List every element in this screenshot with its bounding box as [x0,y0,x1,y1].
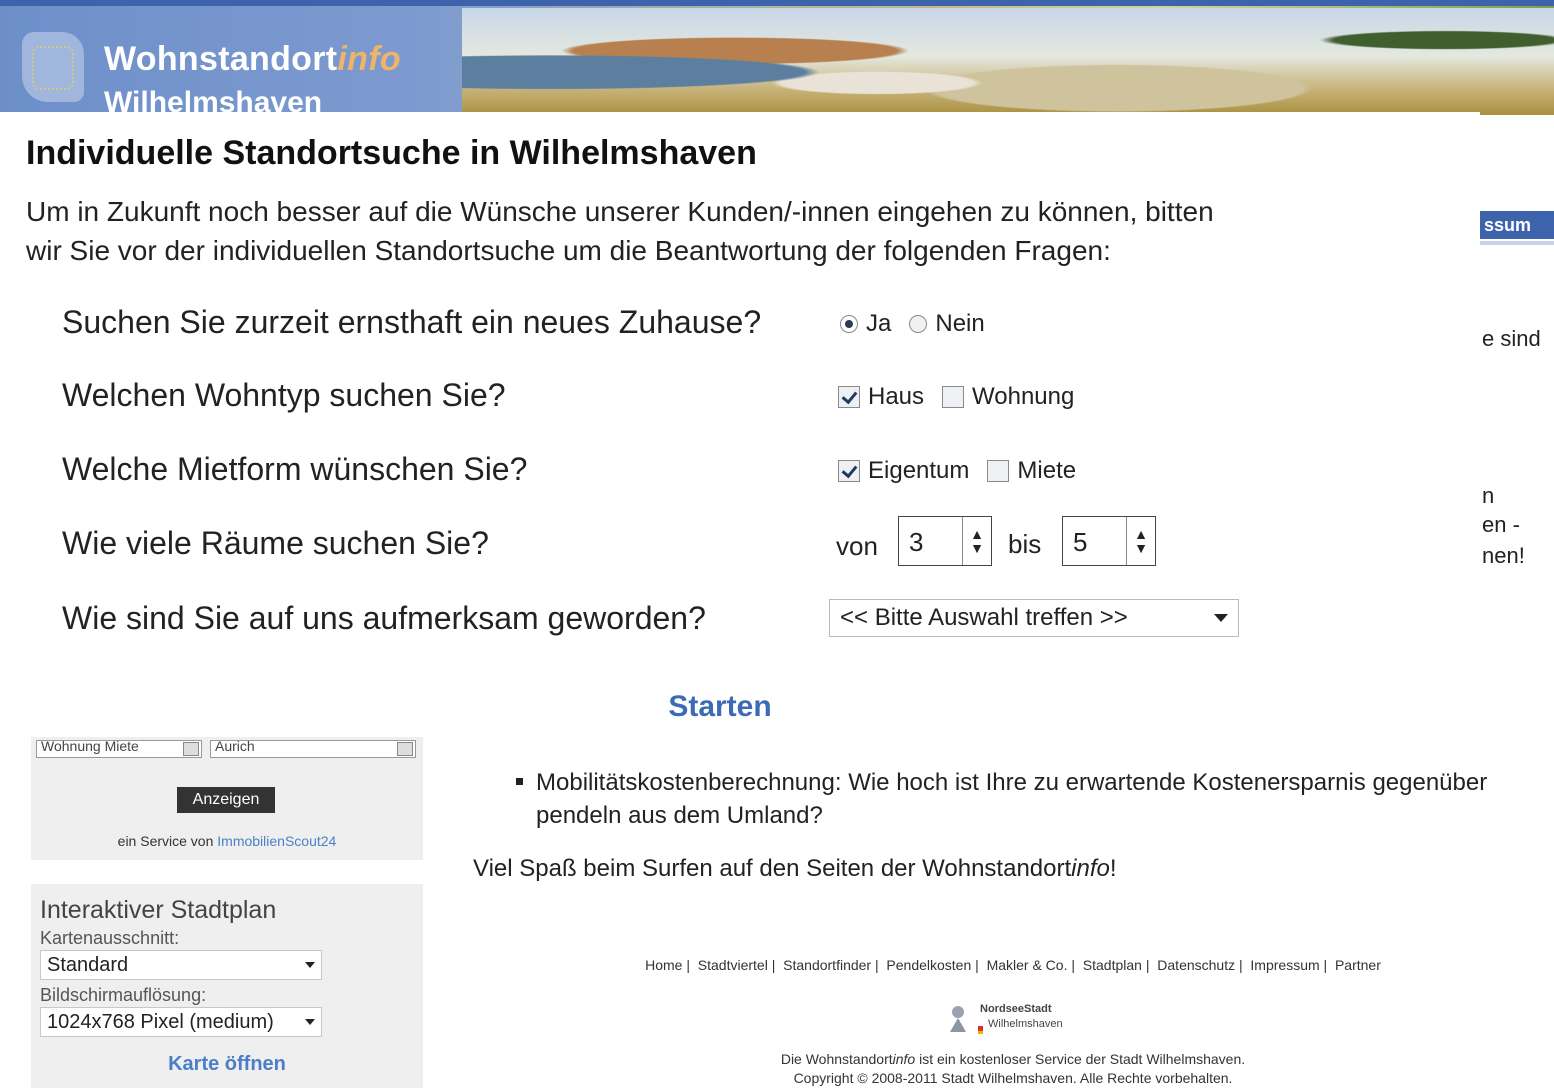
resolution-value: 1024x768 Pixel (medium) [47,1010,274,1033]
chevron-down-icon[interactable] [305,962,315,968]
checkbox-miete-label[interactable]: Miete [1017,457,1076,485]
footer-link-datenschutz[interactable]: Datenschutz [1157,957,1235,973]
show-listings-button[interactable]: Anzeigen [177,787,275,813]
note-suffix: ist ein kostenloser Service der Stadt Wi… [915,1051,1246,1067]
header-banner: Wohnstandortinfo Wilhelmshaven [0,0,1554,115]
resolution-select[interactable]: 1024x768 Pixel (medium) [40,1007,322,1037]
footer-logo-line2: Wilhelmshaven [988,1018,1063,1030]
checkbox-wohnung[interactable] [942,386,965,408]
city-map-title: Interaktiver Stadtplan [40,896,277,924]
rooms-from-stepper[interactable]: 3 ▲ ▼ [898,516,992,566]
banner-top-line [0,0,1554,6]
footer-copyright: Copyright © 2008-2011 Stadt Wilhelmshave… [793,1070,1233,1086]
banner-photo-collage [462,8,1554,115]
question-tenure-label: Welche Mietform wünschen Sie? [62,451,528,487]
stepper-arrows-icon[interactable]: ▲ ▼ [962,517,991,565]
map-section-value: Standard [47,953,129,976]
open-map-button[interactable]: Karte öffnen [31,1053,423,1076]
chevron-down-icon[interactable] [1214,614,1228,622]
intro-line: Um in Zukunft noch besser auf die Wünsch… [26,196,1214,227]
radio-yes[interactable] [840,315,858,333]
checkbox-haus-label[interactable]: Haus [868,383,924,411]
rooms-to-stepper[interactable]: 5 ▲ ▼ [1062,516,1156,566]
radio-no[interactable] [909,315,928,333]
bullet-square-icon [516,778,523,785]
checkbox-group-tenure: Eigentum Miete [838,457,1076,485]
welcome-info: info [1071,855,1110,882]
survey-modal: Individuelle Standortsuche in Wilhelmsha… [0,112,1480,737]
location-value: Aurich [215,740,255,754]
resolution-label: Bildschirmauflösung: [40,985,207,1005]
footer-note-line1: Die Wohnstandortinfo ist ein kostenloser… [470,1050,1554,1069]
intro-line: wir Sie vor der individuellen Standortsu… [26,235,1111,266]
list-item-text: Mobilitätskostenberechnung: Wie hoch ist… [536,769,1488,829]
checkbox-wohnung-label[interactable]: Wohnung [972,383,1074,411]
footer-link-standortfinder[interactable]: Standortfinder [783,957,871,973]
immobilienscout-link[interactable]: ImmobilienScout24 [217,833,336,849]
radio-no-label[interactable]: Nein [935,310,984,338]
note-prefix: Die Wohnstandort [780,1051,893,1067]
brand-main: Wohnstandort [104,40,338,78]
property-type-select[interactable]: Wohnung Miete [36,740,202,758]
checkbox-eigentum[interactable] [838,460,860,482]
checkbox-haus[interactable] [838,386,860,408]
property-type-value: Wohnung Miete [41,740,139,754]
dropdown-arrow-icon[interactable] [397,742,413,756]
checkbox-eigentum-label[interactable]: Eigentum [868,457,969,485]
list-item: Mobilitätskostenberechnung: Wie hoch ist… [516,766,1536,832]
welcome-suffix: ! [1109,855,1117,882]
modal-title: Individuelle Standortsuche in Wilhelmsha… [26,134,757,172]
rooms-to-value[interactable]: 5 [1063,517,1126,565]
footer-link-stadtviertel[interactable]: Stadtviertel [698,957,768,973]
radio-yes-label[interactable]: Ja [866,310,891,338]
rooms-from-value[interactable]: 3 [899,517,962,565]
footer-link-home[interactable]: Home [645,957,682,973]
brand-info: info [337,40,401,78]
dropdown-arrow-icon[interactable] [183,742,199,756]
question-search-label: Suchen Sie zurzeit ernsthaft ein neues Z… [62,304,762,340]
checkbox-group-type: Haus Wohnung [838,383,1074,411]
source-select[interactable]: << Bitte Auswahl treffen >> [829,599,1239,637]
footer-nav: Home | Stadtviertel | Standortfinder | P… [645,957,1381,973]
question-source-label: Wie sind Sie auf uns aufmerksam geworden… [62,600,706,636]
radio-group-search: Ja Nein [840,310,985,338]
footer-logo-line1: NordseeStadt [980,1003,1052,1015]
chevron-down-icon[interactable] [305,1019,315,1025]
map-section-select[interactable]: Standard [40,950,322,980]
rooms-to-label: bis [1008,529,1042,559]
logo-map-icon [22,32,84,102]
brand-city: Wilhelmshaven [104,86,323,115]
background-text-fragment: e sind [1482,326,1541,351]
note-info: info [892,1051,916,1067]
footer-link-makler[interactable]: Makler & Co. [987,957,1068,973]
brand-title[interactable]: Wohnstandortinfo [104,40,401,79]
welcome-text: Viel Spaß beim Surfen auf den Seiten der… [473,855,1117,883]
location-select[interactable]: Aurich [210,740,416,758]
rooms-from-label: von [836,531,878,561]
footer-link-partner[interactable]: Partner [1335,957,1381,973]
footer-link-stadtplan[interactable]: Stadtplan [1083,957,1142,973]
modal-intro: Um in Zukunft noch besser auf die Wünsch… [26,192,1456,270]
nav-item-impressum-fragment[interactable]: ssum [1474,211,1554,239]
footer-link-impressum[interactable]: Impressum [1250,957,1319,973]
background-text-fragment: n [1482,483,1495,508]
question-type-label: Welchen Wohntyp suchen Sie? [62,377,506,413]
stepper-arrows-icon[interactable]: ▲ ▼ [1126,517,1155,565]
background-text-fragment: nen! [1482,543,1525,568]
start-button[interactable]: Starten [640,690,800,724]
footer-note: Die Wohnstandortinfo ist ein kostenloser… [470,1050,1554,1088]
background-text-fragment: en - [1482,512,1520,537]
nav-underline [1474,241,1554,245]
service-note: ein Service von ImmobilienScout24 [31,833,423,849]
checkbox-miete[interactable] [987,460,1010,482]
footer-link-pendelkosten[interactable]: Pendelkosten [886,957,971,973]
welcome-prefix: Viel Spaß beim Surfen auf den Seiten der… [473,855,1072,882]
question-rooms-label: Wie viele Räume suchen Sie? [62,525,489,561]
service-prefix: ein Service von [117,833,214,849]
source-select-value: << Bitte Auswahl treffen >> [840,604,1128,631]
map-section-label: Kartenausschnitt: [40,928,180,948]
